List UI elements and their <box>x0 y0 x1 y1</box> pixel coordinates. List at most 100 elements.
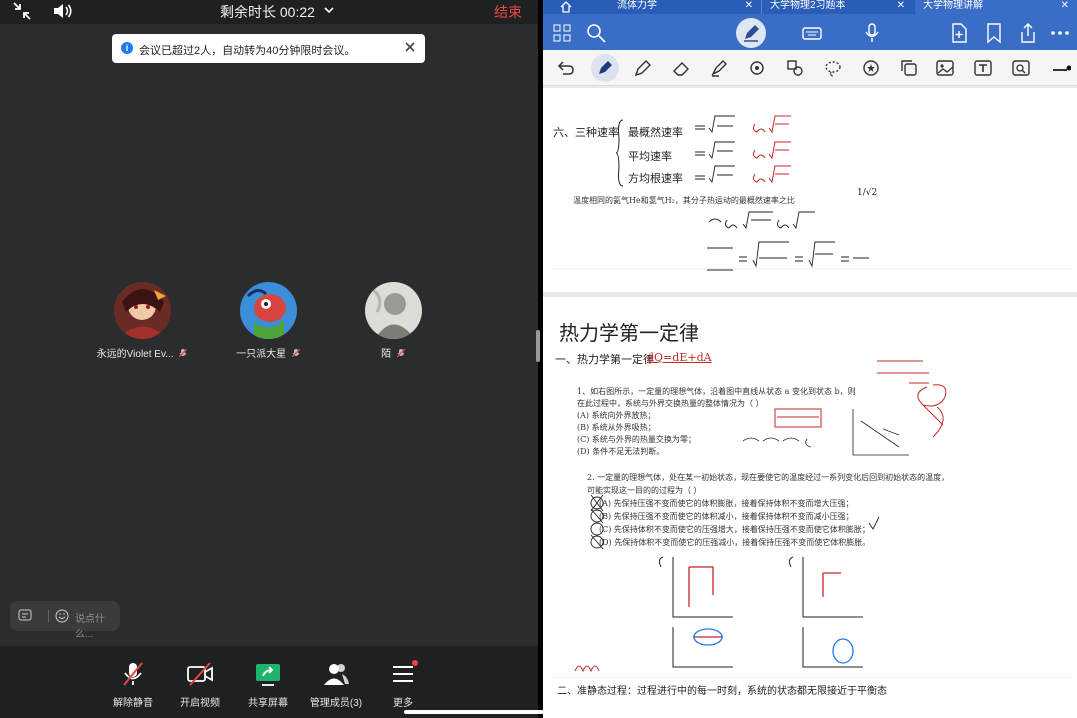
members-icon <box>324 664 349 685</box>
notification-dot <box>412 660 418 666</box>
keyboard-icon[interactable] <box>801 22 823 44</box>
lasso-shapes-icon[interactable] <box>785 58 805 78</box>
share-screen-button[interactable]: 共享屏幕 <box>236 660 300 714</box>
chapter-title: 热力学第一定律 <box>559 321 699 345</box>
video-off-icon <box>187 662 213 686</box>
divider <box>48 610 49 622</box>
participant-tile[interactable]: 永远的Violet Ev... <box>82 282 202 362</box>
drawing-toolbar <box>543 50 1077 86</box>
bookmark-icon[interactable] <box>983 22 1005 44</box>
close-icon[interactable] <box>404 41 416 53</box>
meeting-toolbar: 解除静音 开启视频 共享屏幕 管理成员(3) 更多 <box>0 646 538 718</box>
answer-text: 1/√2 <box>857 188 878 198</box>
text-box-icon[interactable] <box>973 58 993 78</box>
pen-thickness-icon[interactable] <box>1051 58 1071 78</box>
more-options-icon[interactable] <box>1049 22 1071 44</box>
option-line: (D) 条件不足无法判断。 <box>577 447 665 456</box>
add-page-icon[interactable] <box>948 22 970 44</box>
sticker-icon[interactable] <box>861 58 881 78</box>
home-indicator[interactable] <box>404 710 674 714</box>
pencil-icon[interactable] <box>633 58 653 78</box>
pen-icon <box>744 25 759 42</box>
eraser-icon[interactable] <box>671 58 691 78</box>
question-text: 温度相同的氦气He和氢气H₂，其分子热运动的最概然速率之比 <box>573 196 795 205</box>
avatar <box>114 282 171 339</box>
button-label: 解除静音 <box>113 698 153 709</box>
meeting-top-bar: 剩余时长 00:22 结束 <box>0 0 538 24</box>
rate-most-probable: 最概然速率 <box>628 126 683 139</box>
share-icon[interactable] <box>1017 22 1039 44</box>
start-video-button[interactable]: 开启视频 <box>168 660 232 714</box>
avatar <box>365 282 422 339</box>
timer-label: 剩余时长 <box>220 4 276 20</box>
remaining-time[interactable]: 剩余时长 00:22 <box>220 2 315 22</box>
more-button[interactable]: 更多 <box>371 660 435 714</box>
option-line: (C) 系统与外界的热量交换为零； <box>577 435 696 444</box>
muted-mic-icon <box>291 349 300 358</box>
page-line <box>551 268 1071 269</box>
emoji-icon[interactable] <box>55 609 69 623</box>
tab-physics-lecture[interactable]: 大学物理讲解 ✕ <box>915 0 1077 14</box>
pen-mode-toggle[interactable] <box>736 18 766 48</box>
chat-placeholder: 说点什么... <box>75 614 105 640</box>
pv-diagrams <box>658 556 863 668</box>
muted-mic-icon <box>179 349 188 358</box>
lasso-icon[interactable] <box>823 58 843 78</box>
tab-fluid-mechanics[interactable]: 流体力学 ✕ <box>609 0 761 14</box>
subsection-heading-2: 二、准静态过程：过程进行中的每一时刻，系统的状态都无限接近于平衡态 <box>557 686 887 697</box>
home-icon[interactable] <box>560 1 572 13</box>
tab-label: 大学物理2习题本 <box>770 0 846 11</box>
section-heading: 六、三种速率 <box>553 126 619 139</box>
question-line: 2. 一定量的理想气体，处在某一初始状态，现在要使它的温度经过一系列变化后回到初… <box>587 473 950 482</box>
grid-icon[interactable] <box>551 22 573 44</box>
chevron-down-icon[interactable] <box>323 4 335 16</box>
meeting-limit-notice: i 会议已超过2人，自动转为40分钟限时会议。 <box>112 34 425 63</box>
derivation-strokes <box>707 211 869 271</box>
chat-list-icon[interactable] <box>18 609 32 623</box>
highlighter-icon[interactable] <box>709 58 729 78</box>
notebook-page[interactable]: 热力学第一定律 一、热力学第一定律 dQ=dE+dA 1、如右图所示，一定量的理… <box>543 297 1077 718</box>
first-law-equation: dQ=dE+dA <box>647 351 712 364</box>
shrink-window-icon[interactable] <box>12 1 32 21</box>
fountain-pen-icon[interactable] <box>595 58 615 78</box>
copy-icon[interactable] <box>899 58 919 78</box>
end-meeting-button[interactable]: 结束 <box>494 2 522 22</box>
shape-icon[interactable] <box>747 58 767 78</box>
q2-option-marks <box>590 494 880 550</box>
option-line: (A) 系统向外界放热； <box>577 411 656 420</box>
info-icon: i <box>121 42 133 54</box>
participant-tile[interactable]: 陌 <box>333 282 453 362</box>
meeting-panel: 剩余时长 00:22 结束 i 会议已超过2人，自动转为40分钟限时会议。 永远… <box>0 0 538 718</box>
q1-annotations <box>742 360 947 456</box>
avatar <box>240 282 297 339</box>
search-icon[interactable] <box>585 22 607 44</box>
speaker-icon[interactable] <box>52 1 74 21</box>
tab-physics-exercises[interactable]: 大学物理2习题本 ✕ <box>761 0 913 14</box>
participant-name: 永远的Violet Ev... <box>96 349 174 360</box>
participant-name: 陌 <box>381 349 392 360</box>
close-icon[interactable]: ✕ <box>745 0 753 11</box>
unmute-button[interactable]: 解除静音 <box>101 660 165 714</box>
option-line: (B) 系统从外界吸热； <box>577 423 656 432</box>
tab-bar: 流体力学 ✕ 大学物理2习题本 ✕ 大学物理讲解 ✕ <box>543 0 1077 14</box>
notebook-page[interactable]: 六、三种速率 最概然速率 平均速率 方均根速率 温度相同的氦气He和氢气H₂，其… <box>543 88 1077 292</box>
zoom-box-icon[interactable] <box>1011 58 1031 78</box>
page-line <box>551 677 1071 678</box>
split-view-handle[interactable] <box>536 330 540 362</box>
image-icon[interactable] <box>935 58 955 78</box>
notes-top-toolbar <box>543 14 1077 50</box>
muted-mic-icon <box>396 349 405 358</box>
close-icon[interactable]: ✕ <box>897 0 905 11</box>
button-label: 更多 <box>393 698 413 709</box>
notice-text: 会议已超过2人，自动转为40分钟限时会议。 <box>139 45 356 57</box>
microphone-icon[interactable] <box>861 22 883 44</box>
undo-icon[interactable] <box>555 58 575 78</box>
muted-mic-icon <box>123 662 143 686</box>
close-icon[interactable]: ✕ <box>1061 0 1069 11</box>
chat-input[interactable]: 说点什么... <box>10 601 120 640</box>
participant-name: 一只派大星 <box>236 349 287 360</box>
rate-formulas <box>695 115 791 184</box>
share-screen-icon <box>256 664 280 686</box>
manage-members-button[interactable]: 管理成员(3) <box>304 660 368 714</box>
participant-tile[interactable]: 一只派大星 <box>208 282 328 362</box>
